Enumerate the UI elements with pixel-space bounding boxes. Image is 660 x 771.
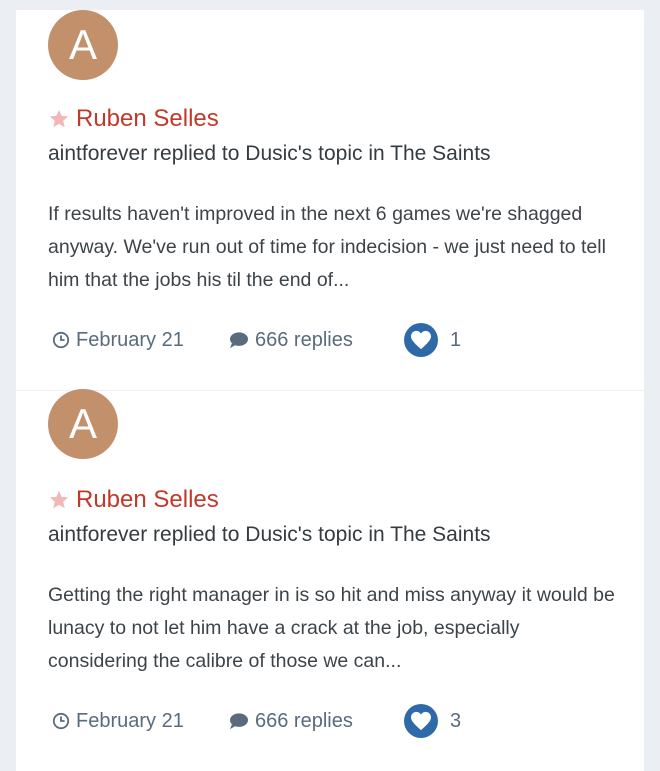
topic-in-text: topic in xyxy=(312,142,391,165)
post-date[interactable]: February 21 xyxy=(52,710,228,733)
reply-count-text: 666 replies xyxy=(255,709,353,732)
post-snippet[interactable]: If results haven't improved in the next … xyxy=(48,198,618,297)
post-meta: February 21 666 replies 1 xyxy=(52,320,461,360)
author-link[interactable]: aintforever xyxy=(48,523,147,546)
activity-summary: aintforever replied to Dusic's topic in … xyxy=(48,523,491,547)
clock-icon xyxy=(52,331,70,349)
action-text: replied to xyxy=(147,142,246,165)
post-date[interactable]: February 21 xyxy=(52,329,228,352)
clock-icon xyxy=(52,712,70,730)
topic-owner-link[interactable]: Dusic's xyxy=(245,142,312,165)
avatar[interactable]: A xyxy=(48,10,118,80)
comment-icon xyxy=(230,332,248,349)
post-title-row: Ruben Selles xyxy=(48,104,219,134)
forum-link[interactable]: The Saints xyxy=(390,523,490,546)
reply-count-text: 666 replies xyxy=(255,328,353,351)
like-count: 1 xyxy=(450,328,462,351)
post-date-text: February 21 xyxy=(76,328,184,351)
post-snippet[interactable]: Getting the right manager in is so hit a… xyxy=(48,579,618,678)
topic-in-text: topic in xyxy=(312,523,391,546)
activity-item: A Ruben Selles aintforever replied to Du… xyxy=(16,10,644,390)
activity-summary: aintforever replied to Dusic's topic in … xyxy=(48,142,491,166)
comment-icon xyxy=(230,713,248,730)
post-title-row: Ruben Selles xyxy=(48,485,219,515)
reactions[interactable]: 1 xyxy=(404,323,461,357)
reply-count[interactable]: 666 replies xyxy=(228,710,404,733)
star-icon xyxy=(49,109,69,128)
like-badge[interactable] xyxy=(404,323,438,357)
post-meta: February 21 666 replies 3 xyxy=(52,701,461,741)
star-icon xyxy=(49,490,69,509)
post-date-text: February 21 xyxy=(76,709,184,732)
like-badge[interactable] xyxy=(404,704,438,738)
reply-count[interactable]: 666 replies xyxy=(228,329,404,352)
reactions[interactable]: 3 xyxy=(404,704,461,738)
like-count: 3 xyxy=(450,709,462,732)
activity-item: A Ruben Selles aintforever replied to Du… xyxy=(16,389,644,771)
action-text: replied to xyxy=(147,523,246,546)
avatar[interactable]: A xyxy=(48,389,118,459)
activity-feed: A Ruben Selles aintforever replied to Du… xyxy=(16,0,644,771)
heart-icon xyxy=(411,330,431,350)
forum-link[interactable]: The Saints xyxy=(390,142,490,165)
heart-icon xyxy=(411,711,431,731)
post-title-link[interactable]: Ruben Selles xyxy=(76,105,219,133)
post-title-link[interactable]: Ruben Selles xyxy=(76,486,219,514)
topic-owner-link[interactable]: Dusic's xyxy=(245,523,312,546)
author-link[interactable]: aintforever xyxy=(48,142,147,165)
